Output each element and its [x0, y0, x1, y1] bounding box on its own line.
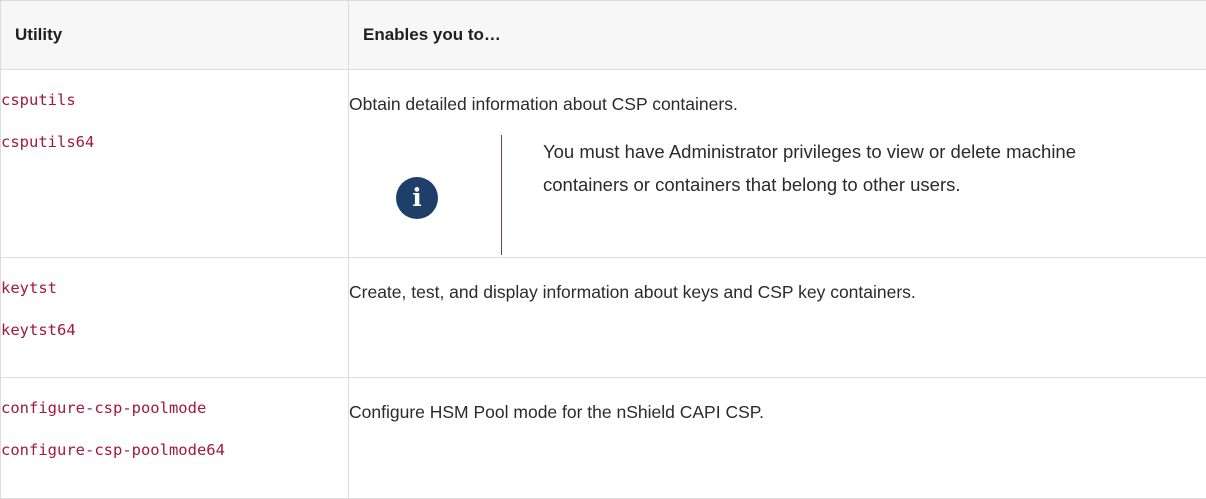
- command-name: csputils: [1, 91, 348, 109]
- table-header: Utility Enables you to…: [1, 1, 1206, 70]
- table-row: keytst keytst64 Create, test, and displa…: [1, 258, 1206, 378]
- note-admonition: i You must have Administrator privileges…: [349, 135, 1206, 253]
- table-row: configure-csp-poolmode configure-csp-poo…: [1, 378, 1206, 499]
- utility-cell: configure-csp-poolmode configure-csp-poo…: [1, 378, 349, 499]
- description-cell: Create, test, and display information ab…: [349, 258, 1206, 378]
- description-cell: Obtain detailed information about CSP co…: [349, 70, 1206, 258]
- header-enables: Enables you to…: [349, 1, 1206, 70]
- description-text: Obtain detailed information about CSP co…: [349, 92, 1206, 116]
- command-name: csputils64: [1, 133, 348, 151]
- header-row: Utility Enables you to…: [1, 1, 1206, 70]
- description-text: Create, test, and display information ab…: [349, 280, 1206, 304]
- command-name: configure-csp-poolmode: [1, 399, 348, 417]
- description-cell: Configure HSM Pool mode for the nShield …: [349, 378, 1206, 499]
- table-row: csputils csputils64 Obtain detailed info…: [1, 70, 1206, 258]
- utility-cell: csputils csputils64: [1, 70, 349, 258]
- note-divider: [501, 135, 502, 255]
- command-name: keytst: [1, 279, 348, 297]
- header-utility: Utility: [1, 1, 349, 70]
- info-icon: i: [396, 177, 438, 219]
- description-text: Configure HSM Pool mode for the nShield …: [349, 400, 1206, 424]
- utility-cell: keytst keytst64: [1, 258, 349, 378]
- utilities-table: Utility Enables you to… csputils csputil…: [0, 0, 1206, 499]
- note-text: You must have Administrator privileges t…: [543, 135, 1133, 201]
- command-name: configure-csp-poolmode64: [1, 441, 348, 459]
- command-name: keytst64: [1, 321, 348, 339]
